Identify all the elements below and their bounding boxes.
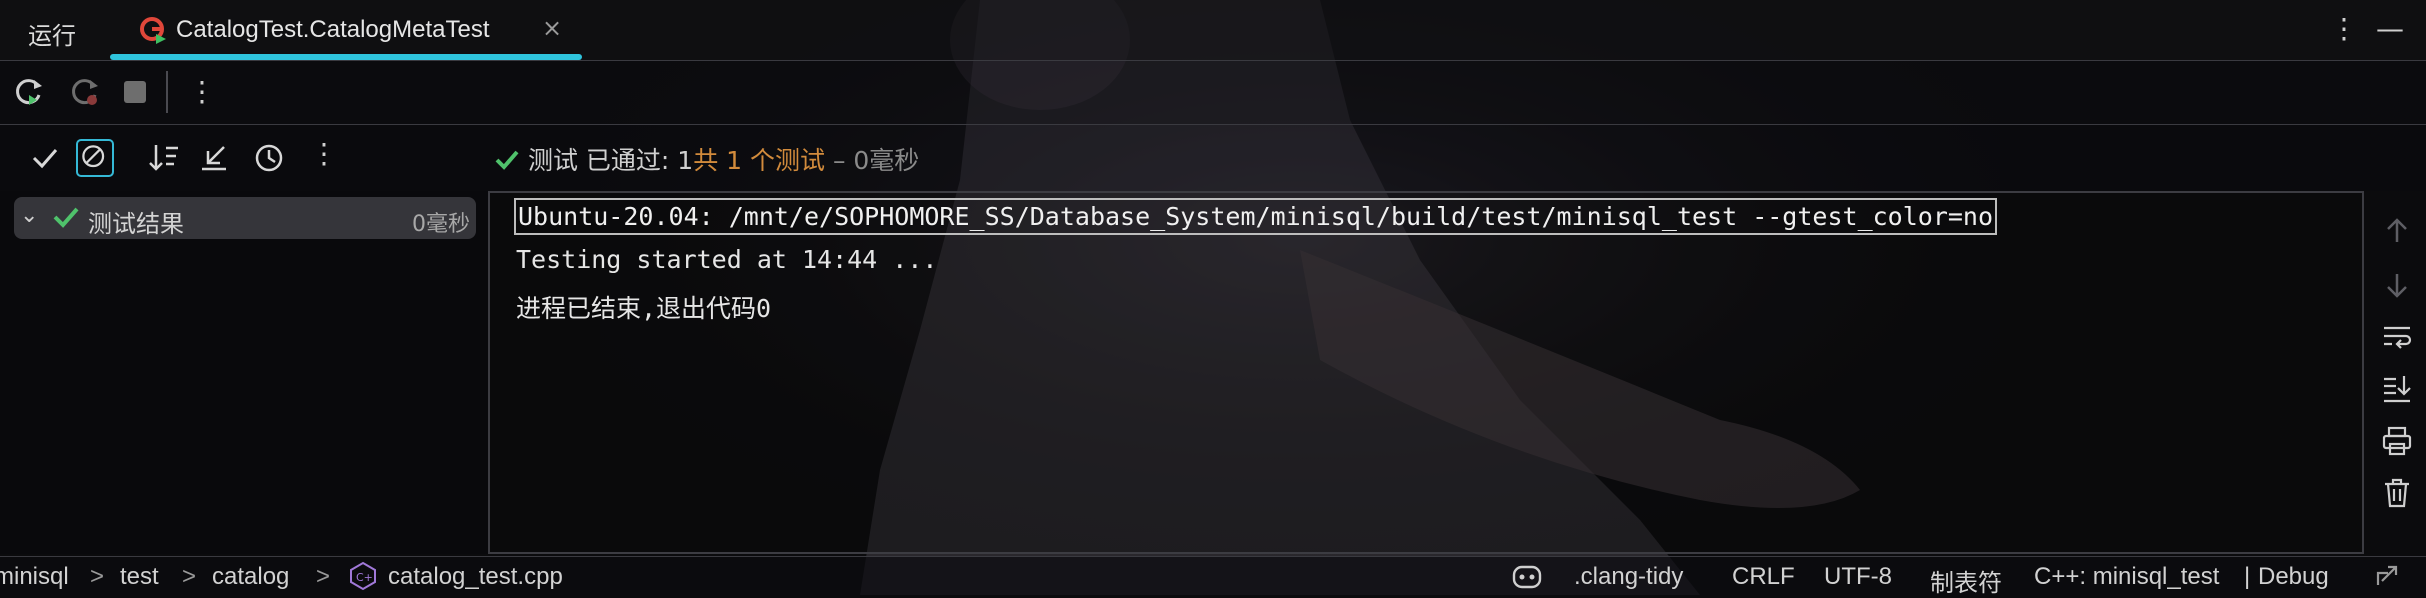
chevron-down-icon[interactable]: ⌄ xyxy=(20,203,38,228)
breadcrumb-separator: > xyxy=(316,563,331,590)
breadcrumb-folder-catalog[interactable]: catalog xyxy=(212,563,289,591)
soft-wrap-icon[interactable] xyxy=(2380,320,2414,354)
status-bar: minisql > test > catalog > C+ catalog_te… xyxy=(0,556,2426,598)
minimize-icon[interactable]: — xyxy=(2376,12,2404,45)
breadcrumb-folder-test[interactable]: test xyxy=(120,563,159,591)
scroll-up-icon[interactable] xyxy=(2380,214,2414,248)
console-line: 进程已结束,退出代码0 xyxy=(516,294,772,323)
breadcrumb-project[interactable]: minisql xyxy=(0,563,69,591)
trash-icon[interactable] xyxy=(2380,476,2414,510)
test-status-summary: 测试 已通过: 1共 1 个测试 – 0毫秒 xyxy=(494,141,919,177)
svg-text:C+: C+ xyxy=(356,571,373,584)
passed-check-icon xyxy=(53,207,79,228)
gtest-config-icon xyxy=(140,17,166,44)
scroll-to-end-icon[interactable] xyxy=(2380,372,2414,406)
tree-item-duration: 0毫秒 xyxy=(412,212,470,237)
test-results-toolbar: ⋮ 测试 已通过: 1共 1 个测试 – 0毫秒 xyxy=(0,125,2426,191)
toolbar-separator xyxy=(166,71,168,113)
tree-item-test-results[interactable]: ⌄ 测试结果 0毫秒 xyxy=(14,197,476,239)
line-ending-selector[interactable]: CRLF xyxy=(1732,563,1795,591)
show-passed-icon[interactable] xyxy=(26,139,64,177)
rerun-icon[interactable] xyxy=(12,75,46,109)
ai-assistant-icon[interactable] xyxy=(1510,561,1544,591)
run-window-title: 运行 xyxy=(28,22,76,50)
more-options-icon[interactable]: ⋮ xyxy=(2330,12,2358,45)
test-tree: ⌄ 测试结果 0毫秒 xyxy=(0,191,490,554)
tab-label: CatalogTest.CatalogMetaTest xyxy=(176,16,490,43)
more-options-icon[interactable]: ⋮ xyxy=(310,137,338,170)
status-time: – 0毫秒 xyxy=(825,146,920,175)
build-type-selector[interactable]: Debug xyxy=(2258,563,2329,591)
clang-tidy-status[interactable]: .clang-tidy xyxy=(1574,563,1683,591)
status-passed: 测试 已通过: 1 xyxy=(527,146,694,175)
history-icon[interactable] xyxy=(250,139,288,177)
cpp-file-icon: C+ xyxy=(350,561,376,591)
scroll-down-icon[interactable] xyxy=(2380,268,2414,302)
console-command-line: Ubuntu-20.04: /mnt/e/SOPHOMORE_SS/Databa… xyxy=(514,198,1998,235)
collapse-all-icon[interactable] xyxy=(196,139,234,177)
breadcrumb-separator: > xyxy=(90,563,105,590)
stop-icon[interactable] xyxy=(118,75,152,109)
show-ignored-icon[interactable] xyxy=(76,139,114,177)
run-tool-window-header: 运行 CatalogTest.CatalogMetaTest × ⋮ — xyxy=(0,0,2426,61)
tab-catalog-meta-test[interactable]: CatalogTest.CatalogMetaTest × xyxy=(110,0,582,60)
resolve-context-selector[interactable]: C++: minisql_test xyxy=(2034,563,2219,591)
active-tab-indicator xyxy=(110,54,582,60)
breadcrumb-separator: > xyxy=(182,563,197,590)
more-options-icon[interactable]: ⋮ xyxy=(188,75,216,108)
rerun-failed-icon[interactable] xyxy=(68,75,102,109)
context-separator: | xyxy=(2244,563,2251,590)
close-icon[interactable]: × xyxy=(542,14,562,42)
sort-icon[interactable] xyxy=(146,139,184,177)
console-line: Testing started at 14:44 ... xyxy=(516,245,938,274)
breadcrumb-file[interactable]: catalog_test.cpp xyxy=(388,563,563,591)
print-icon[interactable] xyxy=(2380,424,2414,458)
encoding-selector[interactable]: UTF-8 xyxy=(1824,563,1892,591)
notifications-icon[interactable] xyxy=(2372,563,2402,591)
run-toolbar: ⋮ xyxy=(0,61,2426,125)
indent-selector[interactable]: 制表符 xyxy=(1930,563,2002,598)
tree-item-label: 测试结果 xyxy=(88,210,184,238)
status-total: 共 1 个测试 xyxy=(693,146,825,175)
passed-check-icon xyxy=(495,150,519,170)
console-output[interactable]: Ubuntu-20.04: /mnt/e/SOPHOMORE_SS/Databa… xyxy=(490,191,2364,554)
